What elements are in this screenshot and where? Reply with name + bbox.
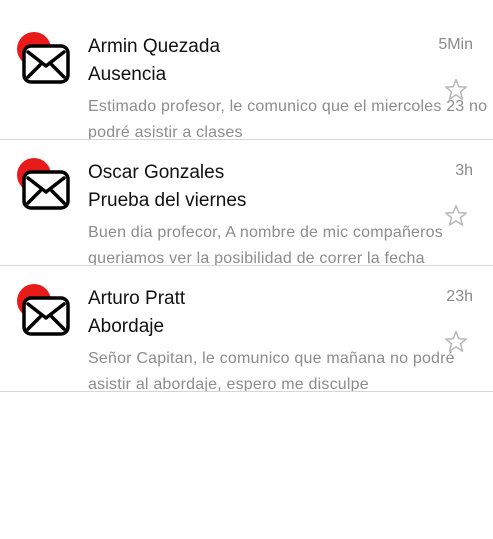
email-list-item[interactable]: Arturo Pratt Abordaje 23h Señor Capitan,… — [0, 266, 493, 392]
sender-name: Oscar Gonzales — [88, 162, 225, 183]
email-list-item[interactable]: Armin Quezada Ausencia 5Min Estimado pro… — [0, 14, 493, 140]
email-timestamp: 3h — [455, 162, 473, 179]
email-preview: Estimado profesor, le comunico que el mi… — [88, 98, 488, 139]
email-preview: Buen dia profecor, A nombre de mic compa… — [88, 224, 443, 265]
email-list-item[interactable]: Oscar Gonzales Prueba del viernes 3h Bue… — [0, 140, 493, 266]
star-outline-icon[interactable] — [443, 329, 469, 355]
email-subject: Prueba del viernes — [88, 190, 247, 211]
email-timestamp: 5Min — [438, 36, 473, 53]
sender-name: Armin Quezada — [88, 36, 221, 57]
mail-icon — [22, 296, 70, 336]
avatar — [14, 158, 74, 218]
sender-name: Arturo Pratt — [88, 288, 186, 309]
email-list: Armin Quezada Ausencia 5Min Estimado pro… — [0, 14, 493, 392]
star-outline-icon[interactable] — [443, 203, 469, 229]
email-subject: Ausencia — [88, 64, 167, 85]
mail-icon — [22, 170, 70, 210]
mail-icon — [22, 44, 70, 84]
email-subject: Abordaje — [88, 316, 165, 337]
email-timestamp: 23h — [446, 288, 473, 305]
email-preview: Señor Capitan, le comunico que mañana no… — [88, 350, 455, 391]
avatar — [14, 32, 74, 92]
star-outline-icon[interactable] — [443, 77, 469, 103]
avatar — [14, 284, 74, 344]
